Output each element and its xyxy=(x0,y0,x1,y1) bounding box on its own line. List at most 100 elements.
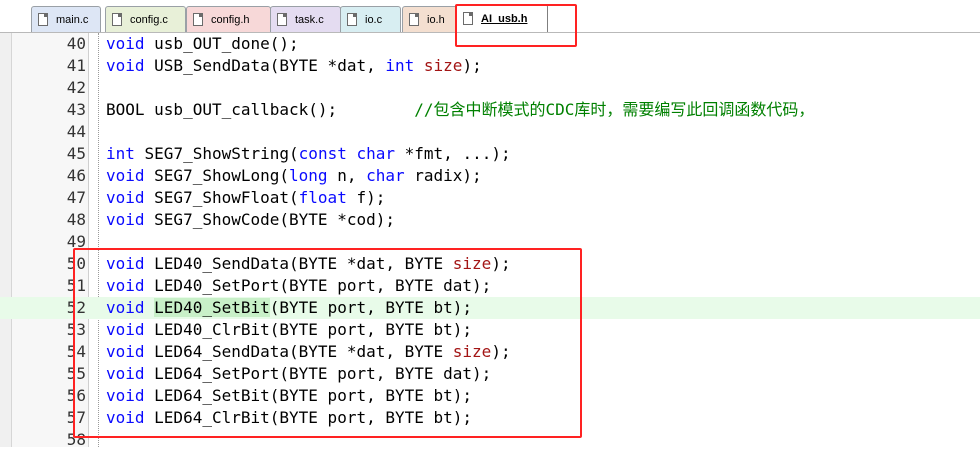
tab-io-c[interactable]: io.c xyxy=(340,6,401,32)
tab-config-h[interactable]: config.h xyxy=(186,6,271,32)
line-number: 41 xyxy=(66,56,86,75)
file-icon xyxy=(463,12,473,25)
file-icon xyxy=(193,13,203,26)
code-token: f); xyxy=(346,188,386,207)
code-token: LED64_SetPort(BYTE port, BYTE dat); xyxy=(144,364,492,383)
tab-label: main.c xyxy=(56,13,89,26)
code-keyword: void xyxy=(106,276,145,295)
tab-bar: main.c config.c config.h task.c io.c io.h AI_u… xyxy=(0,0,980,33)
code-token: ); xyxy=(462,56,482,75)
code-token: SEG7_ShowFloat( xyxy=(144,188,299,207)
line-number: 43 xyxy=(66,100,86,119)
code-text: void SEG7_ShowCode(BYTE *cod); xyxy=(106,209,395,231)
tab-label: config.h xyxy=(211,13,250,26)
code-line[interactable]: 48 void SEG7_ShowCode(BYTE *cod); xyxy=(0,209,980,231)
code-line[interactable]: 53 void LED40_ClrBit(BYTE port, BYTE bt); xyxy=(0,319,980,341)
code-line[interactable]: 54 void LED64_SendData(BYTE *dat, BYTE si… xyxy=(0,341,980,363)
line-number: 51 xyxy=(66,276,86,295)
code-keyword: void xyxy=(106,342,145,361)
code-keyword: void xyxy=(106,386,145,405)
code-text: void LED40_SetBit(BYTE port, BYTE bt); xyxy=(106,297,472,319)
file-icon xyxy=(38,13,48,26)
code-line[interactable]: 51 void LED40_SetPort(BYTE port, BYTE dat… xyxy=(0,275,980,297)
code-keyword: void xyxy=(106,56,145,75)
tab-ai-usb-h[interactable]: AI_usb.h xyxy=(456,4,548,32)
line-number: 47 xyxy=(66,188,86,207)
code-keyword: float xyxy=(298,188,347,207)
code-keyword: void xyxy=(106,408,145,427)
code-keyword: void xyxy=(106,210,145,229)
code-line[interactable]: 47 void SEG7_ShowFloat(float f); xyxy=(0,187,980,209)
line-number: 44 xyxy=(66,122,86,141)
code-line[interactable]: 56 void LED64_SetBit(BYTE port, BYTE bt); xyxy=(0,385,980,407)
code-line[interactable]: 44 xyxy=(0,121,980,143)
code-token: *fmt, ...); xyxy=(395,144,511,163)
code-text: void LED40_SendData(BYTE *dat, BYTE size… xyxy=(106,253,511,275)
tab-label: task.c xyxy=(295,13,324,26)
line-number: 46 xyxy=(66,166,86,185)
code-token: ); xyxy=(491,342,511,361)
line-number: 40 xyxy=(66,34,86,53)
tab-label: io.c xyxy=(365,13,383,26)
code-text: void LED40_ClrBit(BYTE port, BYTE bt); xyxy=(106,319,472,341)
code-token: LED40_SetPort(BYTE port, BYTE dat); xyxy=(144,276,492,295)
code-token: LED64_SetBit(BYTE port, BYTE bt); xyxy=(144,386,473,405)
code-line[interactable]: 57 void LED64_ClrBit(BYTE port, BYTE bt); xyxy=(0,407,980,429)
code-text: void SEG7_ShowLong(long n, char radix); xyxy=(106,165,482,187)
line-number: 48 xyxy=(66,210,86,229)
line-number: 55 xyxy=(66,364,86,383)
code-token: USB_SendData(BYTE *dat, xyxy=(144,56,386,75)
code-keyword: void xyxy=(106,254,145,273)
tab-config-c[interactable]: config.c xyxy=(105,6,186,32)
line-number: 57 xyxy=(66,408,86,427)
code-text: void LED64_SetBit(BYTE port, BYTE bt); xyxy=(106,385,472,407)
code-line[interactable]: 55 void LED64_SetPort(BYTE port, BYTE dat… xyxy=(0,363,980,385)
code-token: ); xyxy=(491,254,511,273)
tab-label: config.c xyxy=(130,13,168,26)
line-number: 58 xyxy=(66,430,86,449)
code-text: void usb_OUT_done(); xyxy=(106,33,299,55)
file-icon xyxy=(347,13,357,26)
code-line[interactable]: 52 void LED40_SetBit(BYTE port, BYTE bt); xyxy=(0,297,980,319)
code-line[interactable]: 41 void USB_SendData(BYTE *dat, int size)… xyxy=(0,55,980,77)
code-keyword: long xyxy=(289,166,328,185)
tab-task-c[interactable]: task.c xyxy=(270,6,341,32)
code-editor[interactable]: 40 void usb_OUT_done(); 41 void USB_SendDat… xyxy=(0,33,980,449)
code-keyword: void xyxy=(106,298,145,317)
code-text: void SEG7_ShowFloat(float f); xyxy=(106,187,385,209)
code-token: LED64_ClrBit(BYTE port, BYTE bt); xyxy=(144,408,473,427)
file-icon xyxy=(409,13,419,26)
code-token: n, xyxy=(327,166,367,185)
code-line[interactable]: 40 void usb_OUT_done(); xyxy=(0,33,980,55)
line-number: 45 xyxy=(66,144,86,163)
code-token: LED40_ClrBit(BYTE port, BYTE bt); xyxy=(144,320,473,339)
code-keyword: int xyxy=(106,144,135,163)
code-keyword: char xyxy=(366,166,405,185)
code-comment: //包含中断模式的CDC库时，需要编写此回调函数代码， xyxy=(414,100,815,119)
code-line[interactable]: 42 xyxy=(0,77,980,99)
code-token: size xyxy=(423,56,463,75)
code-line[interactable]: 49 xyxy=(0,231,980,253)
code-line[interactable]: 50 void LED40_SendData(BYTE *dat, BYTE si… xyxy=(0,253,980,275)
tab-label: AI_usb.h xyxy=(481,12,528,25)
tab-io-h[interactable]: io.h xyxy=(402,6,458,32)
code-token: SEG7_ShowCode(BYTE *cod); xyxy=(144,210,395,229)
tab-main-c[interactable]: main.c xyxy=(31,6,101,32)
code-token: size xyxy=(452,342,492,361)
code-keyword: void xyxy=(106,364,145,383)
code-line[interactable]: 46 void SEG7_ShowLong(long n, char radix)… xyxy=(0,165,980,187)
file-icon xyxy=(112,13,122,26)
code-line[interactable]: 45 int SEG7_ShowString(const char *fmt, .… xyxy=(0,143,980,165)
line-number: 56 xyxy=(66,386,86,405)
code-text: void LED40_SetPort(BYTE port, BYTE dat); xyxy=(106,275,491,297)
code-line[interactable]: 43 BOOL usb_OUT_callback(); //包含中断模式的CDC库… xyxy=(0,99,980,121)
code-token: usb_OUT_done(); xyxy=(144,34,299,53)
code-keyword: const xyxy=(298,144,347,163)
code-text: int SEG7_ShowString(const char *fmt, ...… xyxy=(106,143,511,165)
code-token: LED40_SetBit xyxy=(154,298,270,317)
code-token: size xyxy=(452,254,492,273)
code-line[interactable]: 58 xyxy=(0,429,980,451)
code-text: void USB_SendData(BYTE *dat, int size); xyxy=(106,55,482,77)
